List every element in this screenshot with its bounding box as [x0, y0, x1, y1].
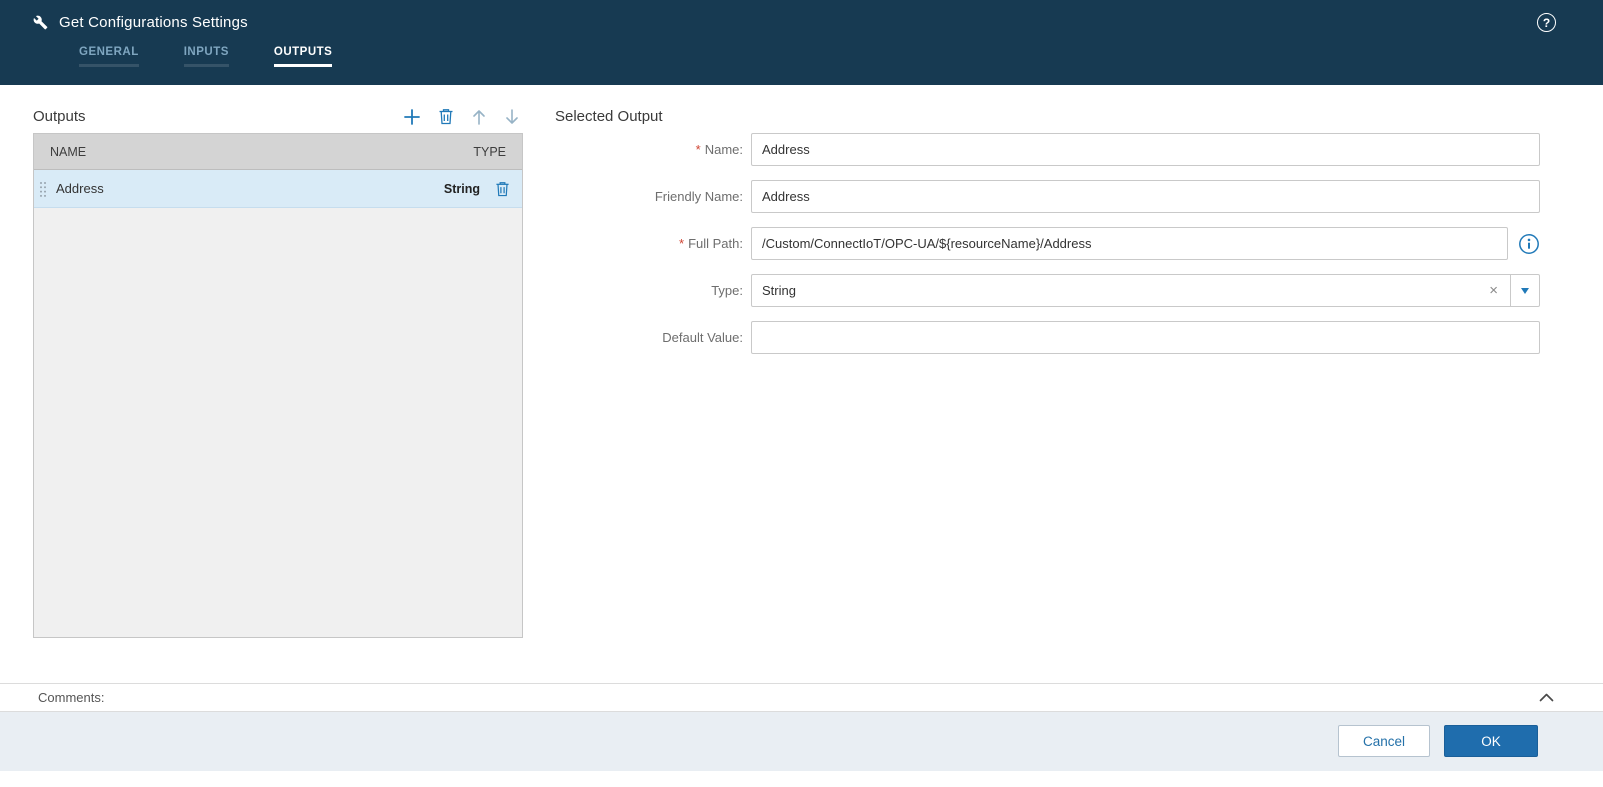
name-field-row: * Name:	[555, 133, 1540, 166]
comments-bar: Comments:	[0, 683, 1603, 712]
info-icon	[1518, 233, 1540, 255]
arrow-up-icon	[471, 108, 487, 126]
help-icon[interactable]: ?	[1537, 13, 1556, 32]
outputs-panel: Outputs NAME TYPE Address String	[33, 100, 523, 683]
comments-label: Comments:	[38, 690, 105, 705]
required-marker: *	[695, 142, 701, 157]
friendly-name-label: Friendly Name:	[654, 189, 743, 204]
get-configurations-settings-dialog: Get Configurations Settings ? GENERAL IN…	[0, 0, 1603, 787]
outputs-list-header: NAME TYPE	[34, 134, 522, 170]
selected-output-panel: Selected Output *Name: Friendly Name: *F…	[555, 100, 1540, 683]
tab-inputs[interactable]: INPUTS	[183, 46, 229, 67]
dialog-title: Get Configurations Settings	[59, 14, 248, 31]
dialog-footer: Cancel OK	[0, 712, 1603, 771]
type-combobox: ×	[751, 274, 1540, 307]
clear-type-button[interactable]: ×	[1484, 274, 1503, 307]
type-input[interactable]	[751, 274, 1511, 307]
outputs-list: NAME TYPE Address String	[33, 133, 523, 638]
default-value-field-row: Default Value:	[555, 321, 1540, 354]
required-marker: *	[679, 236, 685, 251]
title-row: Get Configurations Settings	[33, 14, 1603, 31]
full-path-label-text: Full Path:	[688, 236, 743, 251]
full-path-input[interactable]	[751, 227, 1508, 260]
default-value-label: Default Value:	[662, 330, 743, 345]
outputs-panel-header: Outputs	[33, 100, 523, 133]
delete-output-button[interactable]	[438, 108, 454, 125]
move-output-down-button[interactable]	[504, 108, 520, 126]
name-label: * Name:	[555, 142, 743, 157]
full-path-info-button[interactable]	[1518, 233, 1540, 255]
selected-output-title: Selected Output	[555, 108, 663, 125]
ok-button[interactable]: OK	[1444, 725, 1538, 757]
default-value-input[interactable]	[751, 321, 1540, 354]
output-row-type: String	[443, 181, 480, 196]
column-header-name: NAME	[50, 144, 87, 159]
arrow-down-icon	[504, 108, 520, 126]
output-row-name: Address	[56, 181, 104, 196]
row-delete-button[interactable]	[495, 181, 510, 197]
type-dropdown-button[interactable]	[1510, 274, 1540, 307]
main-content: Outputs NAME TYPE Address String Selecte…	[0, 85, 1603, 683]
type-label: Type:	[711, 283, 743, 298]
wrench-icon	[33, 15, 48, 30]
trash-icon	[495, 181, 510, 197]
move-output-up-button[interactable]	[471, 108, 487, 126]
trash-icon	[438, 108, 454, 125]
drag-handle-icon[interactable]	[39, 180, 47, 198]
tab-outputs[interactable]: OUTPUTS	[273, 46, 333, 67]
output-row[interactable]: Address String	[34, 170, 522, 208]
outputs-panel-title: Outputs	[33, 108, 86, 125]
outputs-list-empty-area	[34, 208, 522, 637]
friendly-name-field-row: Friendly Name:	[555, 180, 1540, 213]
chevron-up-icon	[1539, 693, 1554, 702]
name-input[interactable]	[751, 133, 1540, 166]
full-path-label: * Full Path:	[555, 236, 743, 251]
dialog-header: Get Configurations Settings ? GENERAL IN…	[0, 0, 1603, 85]
plus-icon	[403, 108, 421, 126]
type-field-row: Type: ×	[555, 274, 1540, 307]
friendly-name-input[interactable]	[751, 180, 1540, 213]
add-output-button[interactable]	[403, 108, 421, 126]
column-header-type: TYPE	[473, 144, 506, 159]
tab-bar: GENERAL INPUTS OUTPUTS	[79, 46, 1603, 67]
comments-collapse-button[interactable]	[1537, 691, 1556, 704]
name-label-text: Name:	[704, 142, 743, 157]
full-path-field-row: * Full Path:	[555, 227, 1540, 260]
bottom-spacer	[0, 771, 1603, 787]
cancel-button[interactable]: Cancel	[1338, 725, 1430, 757]
outputs-toolbar	[403, 108, 523, 126]
tab-general[interactable]: GENERAL	[79, 46, 139, 67]
chevron-down-icon	[1521, 287, 1529, 294]
